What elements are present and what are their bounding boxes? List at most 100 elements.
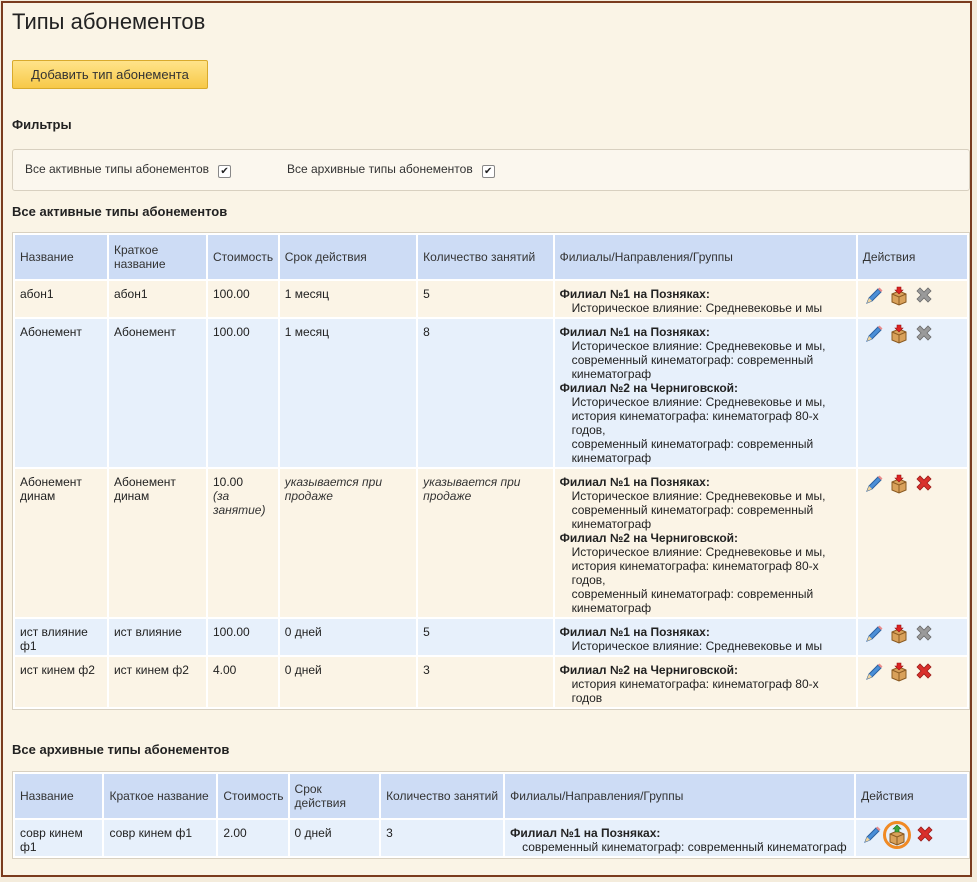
branch-name-text: Филиал №1 на Позняках <box>559 625 706 639</box>
archive-box-icon[interactable] <box>888 473 910 495</box>
price-cell-text: 100.00 <box>213 287 250 301</box>
short-name-cell-text: Абонемент динам <box>113 475 176 503</box>
restore-box-icon[interactable] <box>883 821 912 849</box>
table-row: абон1 абон1 100.00 1 месяц 5 Филиал №1 на Поз… <box>15 281 967 317</box>
branch-name-text: Филиал №2 на Черниговской <box>559 381 735 395</box>
short-name-cell-text: абон1 <box>113 287 148 301</box>
name-cell: совр кинем ф1 <box>15 820 103 856</box>
table-row: Абонемент динам Абонемент динам 10.00 (за з… <box>15 469 967 617</box>
pencil-icon[interactable] <box>863 661 885 683</box>
price-cell-text: 100.00 <box>213 625 250 639</box>
branch-name-text: Филиал №2 на Черниговской <box>559 663 735 677</box>
filter-archive[interactable]: Все архивные типы абонементов ✔ <box>287 159 495 178</box>
branch-name-text: Филиал №1 на Позняках <box>510 826 657 840</box>
direction-group: современный кинематограф: современный ки… <box>571 587 814 615</box>
table-row: ист кинем ф2 ист кинем ф2 4.00 0 дней 3 Филиа… <box>15 657 967 707</box>
count-cell: 8 <box>418 319 553 467</box>
price-cell: 2.00 <box>218 820 288 856</box>
delete-x-icon[interactable] <box>913 473 935 495</box>
table-row: Абонемент Абонемент 100.00 1 месяц 8 Филиал №… <box>15 319 967 467</box>
name-cell-text: Абонемент <box>20 325 82 339</box>
delete-x-icon <box>913 285 935 307</box>
branch-name: Филиал №2 на Черниговской: <box>559 381 739 395</box>
term-cell-text: 0 дней <box>294 826 332 840</box>
table-row: совр кинем ф1 совр кинем ф1 2.00 0 дней 3 Фил… <box>15 820 967 856</box>
add-subscription-type-button[interactable]: Добавить тип абонемента <box>12 60 208 89</box>
filters-box: Все активные типы абонементов ✔ Все архи… <box>12 149 970 191</box>
name-cell: ист кинем ф2 <box>15 657 107 707</box>
count-cell: 3 <box>418 657 553 707</box>
term-cell-text: указывается при продаже <box>284 475 382 503</box>
name-cell: ист влияние ф1 <box>15 619 107 655</box>
short-name-cell-text: совр кинем ф1 <box>109 826 193 840</box>
name-cell-text: совр кинем ф1 <box>20 826 83 854</box>
branch-name: Филиал №2 на Черниговской: <box>559 663 739 677</box>
short-name-cell: Абонемент динам <box>108 469 206 617</box>
archive-box-icon[interactable] <box>888 285 910 307</box>
name-cell-text: абон1 <box>20 287 54 301</box>
name-cell-text: Абонемент динам <box>20 475 82 503</box>
count-cell: указывается при продаже <box>418 469 553 617</box>
delete-x-icon[interactable] <box>913 661 935 683</box>
filters-heading: Фильтры <box>12 117 72 132</box>
direction-group: история кинематографа: кинематограф 80-х… <box>571 677 819 705</box>
active-types-table: Название Краткое название Стоимость Срок де… <box>12 232 970 710</box>
short-name-cell-text: ист влияние <box>113 625 182 639</box>
direction-group: современный кинематограф: современный ки… <box>522 840 847 854</box>
term-cell-text: 0 дней <box>284 625 322 639</box>
delete-x-icon <box>913 623 935 645</box>
price-cell-text: 10.00 <box>213 475 244 489</box>
name-cell-text: ист влияние ф1 <box>20 625 88 653</box>
pencil-icon[interactable] <box>863 323 885 345</box>
count-cell-text: 8 <box>423 325 430 339</box>
price-note: (за занятие) <box>213 489 266 517</box>
pencil-icon[interactable] <box>863 623 885 645</box>
price-cell: 10.00 (за занятие) <box>208 469 278 617</box>
column-header: Количество занятий <box>381 774 504 818</box>
count-cell: 5 <box>418 281 553 317</box>
short-name-cell: совр кинем ф1 <box>104 820 217 856</box>
branch-name-text: Филиал №2 на Черниговской <box>559 531 735 545</box>
delete-x-icon[interactable] <box>914 824 936 846</box>
column-header: Краткое название <box>104 774 217 818</box>
branches-cell: Филиал №1 на Позняках: Историческое влиян… <box>554 469 856 617</box>
direction-group: современный кинематограф: современный ки… <box>571 353 814 381</box>
archive-types-table: Название Краткое название Стоимость Срок де… <box>12 771 970 859</box>
term-cell: 0 дней <box>279 619 417 655</box>
filter-active-checkbox[interactable]: ✔ <box>218 165 232 178</box>
table-row: ист влияние ф1 ист влияние 100.00 0 дней 5 Фи… <box>15 619 967 655</box>
branch-name: Филиал №1 на Позняках: <box>510 826 661 840</box>
term-cell: 0 дней <box>289 820 380 856</box>
column-header: Стоимость <box>208 235 278 279</box>
price-cell: 4.00 <box>208 657 278 707</box>
short-name-cell-text: Абонемент <box>113 325 176 339</box>
direction-group: история кинематографа: кинематограф 80-х… <box>571 409 819 437</box>
branches-cell: Филиал №1 на Позняках: Историческое влиян… <box>554 281 856 317</box>
term-cell: 1 месяц <box>279 319 417 467</box>
direction-group: Историческое влияние: Средневековье и мы <box>571 639 823 653</box>
pencil-icon[interactable] <box>863 285 885 307</box>
column-header: Срок действия <box>279 235 417 279</box>
price-cell-text: 4.00 <box>213 663 237 677</box>
direction-group: Историческое влияние: Средневековье и мы… <box>571 545 826 559</box>
branches-cell: Филиал №1 на Позняках: Историческое влиян… <box>554 319 856 467</box>
filter-archive-checkbox[interactable]: ✔ <box>481 165 495 178</box>
direction-group: Историческое влияние: Средневековье и мы <box>571 301 823 315</box>
column-header: Краткое название <box>108 235 206 279</box>
branches-cell: Филиал №2 на Черниговской: история кинема… <box>554 657 856 707</box>
short-name-cell: ист кинем ф2 <box>108 657 206 707</box>
count-cell: 3 <box>381 820 504 856</box>
column-header: Филиалы/Направления/Группы <box>505 774 855 818</box>
archive-box-icon[interactable] <box>888 323 910 345</box>
archive-box-icon[interactable] <box>888 623 910 645</box>
direction-group: современный кинематограф: современный ки… <box>571 437 814 465</box>
term-cell: указывается при продаже <box>279 469 417 617</box>
filter-active[interactable]: Все активные типы абонементов ✔ <box>25 159 232 178</box>
pencil-icon[interactable] <box>861 824 883 846</box>
count-cell-text: указывается при продаже <box>423 475 521 503</box>
column-header: Филиалы/Направления/Группы <box>554 235 856 279</box>
filter-active-label: Все активные типы абонементов <box>25 161 210 176</box>
pencil-icon[interactable] <box>863 473 885 495</box>
branch-name: Филиал №1 на Позняках: <box>559 287 710 301</box>
archive-box-icon[interactable] <box>888 661 910 683</box>
